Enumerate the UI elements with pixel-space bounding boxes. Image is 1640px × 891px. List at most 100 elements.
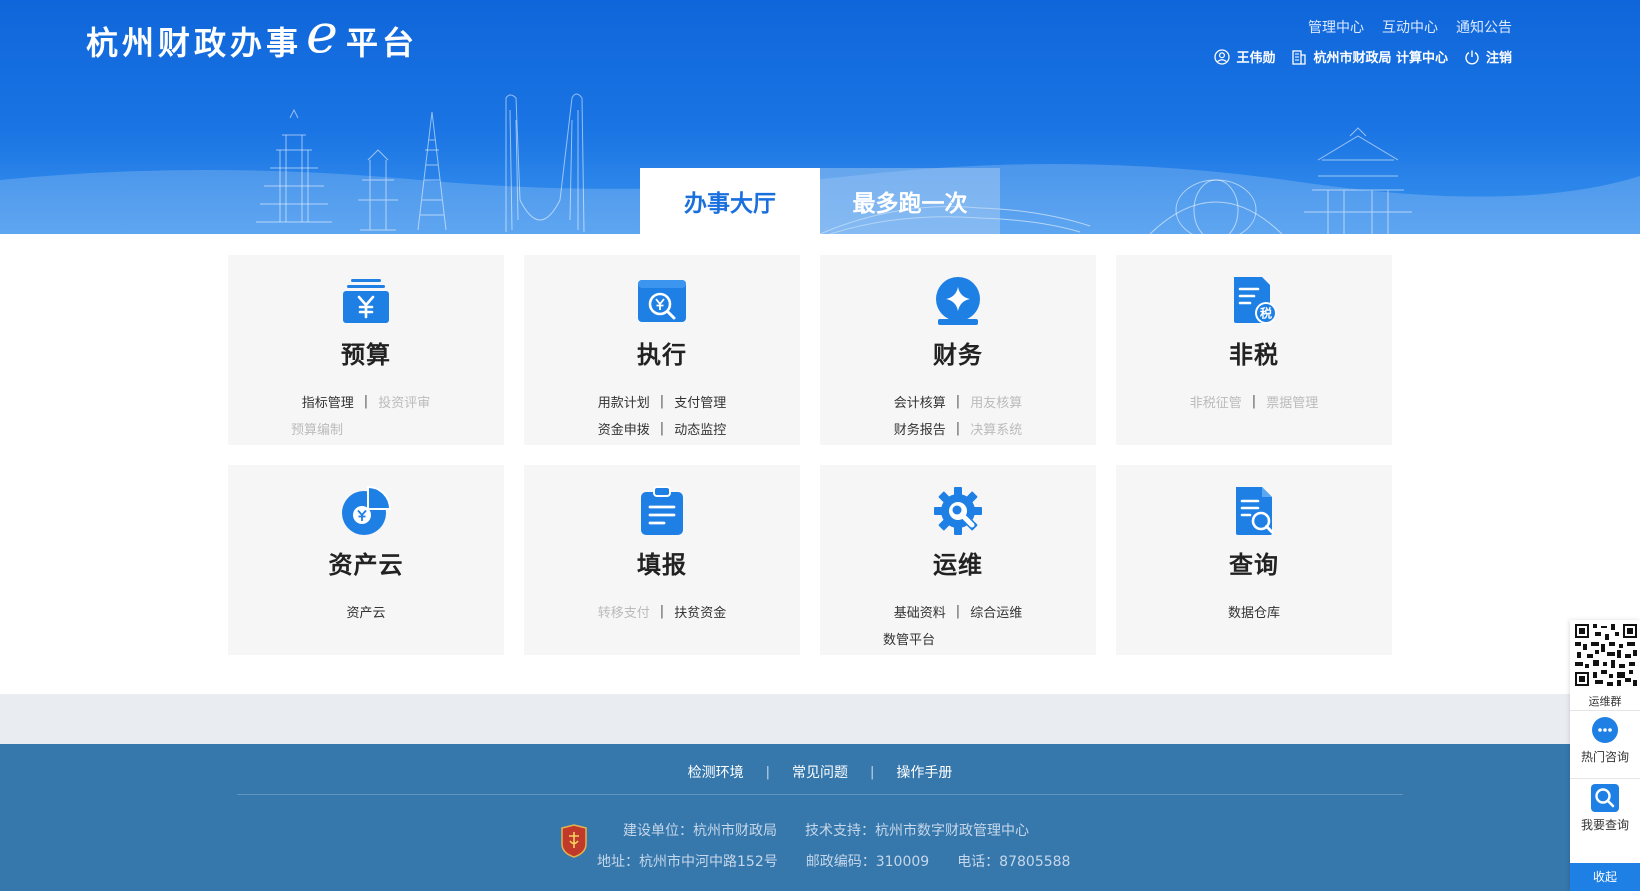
- card-title: 运维: [933, 551, 983, 579]
- card-links: 数据仓库: [1139, 602, 1369, 621]
- link-dynamic-monitoring[interactable]: 动态监控: [674, 419, 726, 438]
- logo-text-main: 杭州财政办事: [86, 24, 303, 62]
- card-links: 资产云: [251, 602, 481, 621]
- card-reporting[interactable]: 填报 转移支付 | 扶贫资金: [524, 465, 800, 655]
- link-poverty-fund[interactable]: 扶贫资金: [674, 602, 726, 621]
- nav-notices[interactable]: 通知公告: [1456, 17, 1512, 37]
- clipboard-icon: [641, 486, 683, 535]
- link-fund-allocation[interactable]: 资金申拨: [598, 419, 650, 438]
- header-banner: 杭州财政办事 e 平台 管理中心 互动中心 通知公告 王伟勋 杭州市财政局 计算…: [0, 0, 1640, 234]
- card-finance[interactable]: 财务 会计核算 | 用友核算 财务报告 | 决算系统: [820, 255, 1096, 445]
- link-integrated-ops[interactable]: 综合运维: [970, 602, 1022, 621]
- user-icon: [1214, 48, 1231, 65]
- card-links: 转移支付 | 扶贫资金: [547, 602, 777, 621]
- finance-star-icon: [936, 277, 980, 325]
- link-non-tax-collection[interactable]: 非税征管: [1190, 392, 1242, 411]
- card-title: 填报: [637, 551, 687, 579]
- card-links: 基础资料 | 综合运维 数管平台: [843, 602, 1073, 648]
- separator: |: [659, 394, 665, 409]
- footer-link-faq[interactable]: 常见问题: [792, 762, 848, 782]
- footer-phone: 电话：87805588: [957, 854, 1071, 870]
- qr-code-image: [1573, 622, 1639, 688]
- building-icon: [1292, 49, 1307, 65]
- link-data-warehouse[interactable]: 数据仓库: [1228, 602, 1280, 621]
- hot-consult-button[interactable]: 热门咨询: [1570, 716, 1640, 765]
- card-non-tax[interactable]: 税 非税 非税征管 | 票据管理: [1116, 255, 1392, 445]
- card-links: 用款计划 | 支付管理 资金申拨 | 动态监控: [547, 392, 777, 438]
- card-title: 查询: [1229, 551, 1279, 579]
- link-transfer-payment[interactable]: 转移支付: [598, 602, 650, 621]
- link-yonyou-accounting[interactable]: 用友核算: [970, 392, 1022, 411]
- site-logo[interactable]: 杭州财政办事 e 平台: [86, 7, 418, 64]
- nav-interaction-center[interactable]: 互动中心: [1382, 17, 1438, 37]
- card-title: 财务: [933, 341, 983, 369]
- footer-support: 技术支持：杭州市数字财政管理中心: [805, 823, 1029, 839]
- footer: 检测环境 | 常见问题 | 操作手册 建设单位：杭州市财政局 技术支持：杭州市数…: [0, 744, 1640, 891]
- finance-emblem-icon: [561, 824, 587, 858]
- collapse-button[interactable]: 收起: [1570, 863, 1640, 891]
- separator: |: [363, 394, 369, 409]
- footer-link-manual[interactable]: 操作手册: [896, 762, 952, 782]
- logo-e-letter: e: [306, 2, 342, 65]
- gray-band: [0, 694, 1640, 744]
- link-investment-review[interactable]: 投资评审: [378, 392, 430, 411]
- link-indicator-management[interactable]: 指标管理: [302, 392, 354, 411]
- card-title: 执行: [637, 341, 687, 369]
- asset-pie-icon: [342, 485, 392, 535]
- footer-builder: 建设单位：杭州市财政局: [623, 823, 777, 839]
- logout-button[interactable]: 注销: [1464, 47, 1512, 66]
- hot-consult-label: 热门咨询: [1580, 750, 1629, 764]
- link-accounting[interactable]: 会计核算: [894, 392, 946, 411]
- link-payment-management[interactable]: 支付管理: [674, 392, 726, 411]
- chat-bubble-icon: [1592, 717, 1618, 743]
- tab-service-hall[interactable]: 办事大厅: [640, 168, 820, 234]
- footer-info: 建设单位：杭州市财政局 技术支持：杭州市数字财政管理中心 地址：杭州市中河中路1…: [597, 816, 1071, 878]
- footer-postcode: 邮政编码：310009: [805, 854, 930, 870]
- separator: |: [659, 604, 665, 619]
- power-icon: [1465, 50, 1479, 64]
- link-data-management-platform[interactable]: 数管平台: [883, 629, 935, 648]
- footer-divider: [237, 794, 1403, 795]
- footer-address: 地址：杭州市中河中路152号: [597, 854, 778, 870]
- card-operations[interactable]: 运维 基础资料 | 综合运维 数管平台: [820, 465, 1096, 655]
- document-search-icon: [1236, 487, 1274, 535]
- main-tabs: 办事大厅 最多跑一次: [640, 168, 1000, 234]
- query-button[interactable]: 我要查询: [1570, 784, 1640, 833]
- gear-wrench-icon: [934, 487, 982, 535]
- link-asset-cloud[interactable]: 资产云: [346, 602, 385, 621]
- organization[interactable]: 杭州市财政局 计算中心: [1291, 47, 1448, 66]
- user-profile[interactable]: 王伟勋: [1214, 47, 1275, 66]
- footer-separator: |: [765, 764, 770, 780]
- card-asset-cloud[interactable]: 资产云 资产云: [228, 465, 504, 655]
- query-label: 我要查询: [1580, 818, 1629, 832]
- organization-name: 杭州市财政局 计算中心: [1313, 51, 1448, 66]
- service-card-grid: 预算 指标管理 | 投资评审 预算编制 执行 用款计划 | 支付管理 资金申拨 | 动态监控…: [228, 255, 1392, 655]
- card-links: 会计核算 | 用友核算 财务报告 | 决算系统: [843, 392, 1073, 438]
- card-query[interactable]: 查询 数据仓库: [1116, 465, 1392, 655]
- card-budget[interactable]: 预算 指标管理 | 投资评审 预算编制: [228, 255, 504, 445]
- footer-links: 检测环境 | 常见问题 | 操作手册: [0, 762, 1640, 782]
- budget-yuan-icon: [343, 279, 389, 323]
- card-execution[interactable]: 执行 用款计划 | 支付管理 资金申拨 | 动态监控: [524, 255, 800, 445]
- footer-separator: |: [870, 764, 875, 780]
- card-links: 指标管理 | 投资评审 预算编制: [251, 392, 481, 438]
- nav-management-center[interactable]: 管理中心: [1308, 17, 1364, 37]
- svg-text:税: 税: [1260, 306, 1272, 321]
- link-receipt-management[interactable]: 票据管理: [1266, 392, 1318, 411]
- link-budget-preparation[interactable]: 预算编制: [291, 419, 343, 438]
- side-float-panel: 运维群 热门咨询 我要查询 收起: [1570, 620, 1640, 891]
- link-basic-data[interactable]: 基础资料: [894, 602, 946, 621]
- link-financial-report[interactable]: 财务报告: [894, 419, 946, 438]
- side-divider: [1570, 778, 1640, 779]
- user-name: 王伟勋: [1236, 51, 1276, 66]
- footer-link-env-check[interactable]: 检测环境: [688, 762, 744, 782]
- card-title: 预算: [341, 341, 391, 369]
- link-payment-plan[interactable]: 用款计划: [598, 392, 650, 411]
- link-final-accounts[interactable]: 决算系统: [970, 419, 1022, 438]
- tax-document-icon: 税: [1234, 277, 1277, 324]
- search-icon: [1591, 784, 1619, 812]
- tab-run-once[interactable]: 最多跑一次: [820, 168, 1000, 234]
- top-nav: 管理中心 互动中心 通知公告: [1308, 17, 1512, 37]
- separator: |: [659, 421, 665, 436]
- logo-text-suffix: 平台: [345, 24, 418, 62]
